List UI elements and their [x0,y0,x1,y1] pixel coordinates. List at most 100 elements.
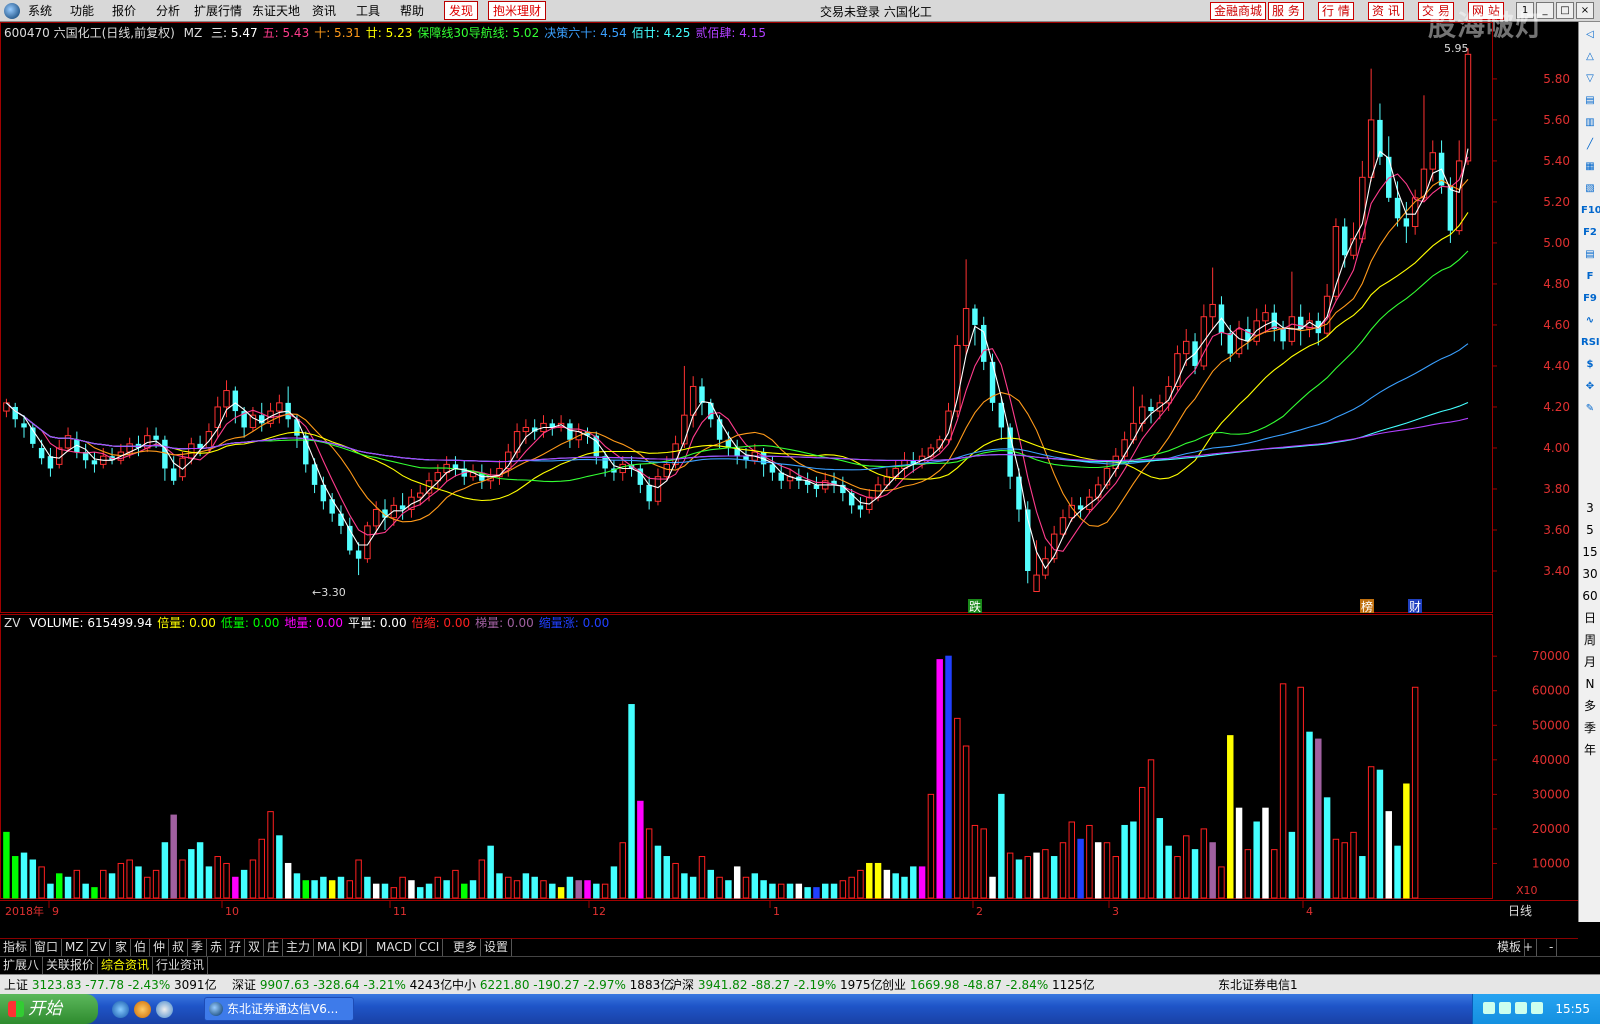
volume-bar[interactable] [1244,849,1252,899]
volume-bar[interactable] [258,838,265,899]
volume-bar[interactable] [892,873,899,899]
volume-bar[interactable] [91,887,98,899]
indicator-tab-15[interactable]: KDJ [339,939,367,957]
nav-down-icon[interactable]: ▽ [1581,70,1599,88]
candle[interactable] [972,304,978,346]
volume-bar[interactable] [1297,686,1304,899]
period-button-2[interactable]: 15 [1579,542,1600,562]
line-icon[interactable]: ╱ [1581,136,1599,154]
taskbar-app-item[interactable]: 东北证券通达信V6... [204,997,354,1021]
volume-bar[interactable] [575,880,582,899]
candle[interactable] [557,415,565,432]
volume-bar[interactable] [381,883,389,899]
volume-bar[interactable] [1394,845,1401,899]
marker-cai[interactable]: 财 [1409,600,1421,614]
volume-bar[interactable] [971,824,979,899]
info-tab-0[interactable]: 扩展八 [0,957,44,975]
volume-bar[interactable] [232,876,239,899]
volume-bar[interactable] [47,883,54,899]
volume-bar[interactable] [777,883,785,899]
volume-bar[interactable] [214,856,221,899]
menu-tools[interactable]: 工具 [356,3,380,19]
period-button-6[interactable]: 周 [1579,630,1600,650]
candle[interactable] [320,476,327,510]
volume-bar[interactable] [496,873,503,899]
candle[interactable] [1103,460,1111,489]
volume-bar[interactable] [1367,766,1375,899]
volume-bar[interactable] [1218,866,1225,899]
indicator-tab-16[interactable]: MACD [373,939,416,957]
menu-help[interactable]: 帮助 [400,3,424,19]
pen-icon[interactable]: ✎ [1581,400,1599,418]
volume-bar[interactable] [302,880,309,899]
candle[interactable] [1367,68,1375,182]
volume-bar[interactable] [962,745,970,899]
volume-bar[interactable] [487,845,494,899]
volume-bar[interactable] [1306,731,1313,899]
volume-bar[interactable] [1315,738,1322,899]
volume-bar[interactable] [698,856,706,899]
volume-bar[interactable] [1068,821,1076,899]
volume-bar[interactable] [689,876,697,899]
volume-bar[interactable] [645,828,653,899]
volume-bar[interactable] [364,876,371,899]
volume-bar[interactable] [1235,807,1243,899]
volume-bar[interactable] [927,793,935,899]
volume-bar[interactable] [205,866,213,899]
period-button-1[interactable]: 5 [1579,520,1600,540]
volume-bar[interactable] [100,869,107,899]
volume-bar[interactable] [936,659,943,899]
volume-bar[interactable] [1279,683,1287,899]
volume-bar[interactable] [1411,686,1419,899]
volume-bar[interactable] [276,835,283,899]
f9-icon[interactable]: ∿ [1581,312,1599,330]
volume-icon[interactable] [1515,1002,1527,1014]
volume-bar[interactable] [610,866,618,899]
market-button[interactable]: 行 情 [1318,2,1354,20]
volume-bar[interactable] [549,883,556,899]
volume-bar[interactable] [839,880,847,899]
menu-news[interactable]: 资讯 [312,3,336,19]
volume-bar[interactable] [38,866,45,899]
template-control-1[interactable]: + [1520,939,1538,957]
volume-bar[interactable] [619,842,626,899]
volume-bar[interactable] [522,873,530,899]
candle[interactable] [1050,525,1058,563]
volume-bar[interactable] [1209,842,1216,899]
candle[interactable] [1033,540,1040,592]
volume-bar[interactable] [1156,818,1164,899]
candle[interactable] [1420,95,1428,202]
volume-bar[interactable] [593,883,600,899]
volume-bar[interactable] [82,883,89,899]
candle[interactable] [998,396,1005,440]
indicator-tab-18[interactable]: 更多 [450,939,482,957]
indicator-name[interactable]: MZ [184,26,203,40]
volume-bar[interactable] [1271,849,1278,899]
candle[interactable] [64,427,72,453]
volume-bar[interactable] [152,869,160,899]
candle[interactable] [162,435,168,481]
volume-bar[interactable] [901,876,908,899]
volume-bar[interactable] [1033,852,1040,899]
f3-icon[interactable]: ▤ [1581,246,1599,264]
security-icon[interactable] [1531,1002,1543,1014]
volume-bar[interactable] [1323,797,1331,899]
indicator-tab-11[interactable]: 双 [245,939,265,957]
indicator-tab-6[interactable]: 仲 [150,939,170,957]
volume-bar[interactable] [1138,786,1146,899]
volume-bar[interactable] [170,814,177,899]
candle[interactable] [1262,304,1269,334]
candle[interactable] [540,415,547,438]
marker-bang[interactable]: 榜 [1361,599,1373,614]
template-control-2[interactable]: - [1546,939,1558,957]
info-tab-1[interactable]: 关联报价 [43,957,99,975]
volume-bar[interactable] [1350,831,1357,899]
index-quote-4[interactable]: 创业 1669.98 -48.87 -2.84% 1125亿 [882,977,1095,993]
ie-icon[interactable] [112,1001,129,1018]
volume-bar[interactable] [1086,824,1093,899]
volume-bar[interactable] [135,866,142,899]
candle[interactable] [347,517,353,555]
news-button[interactable]: 资 讯 [1368,2,1404,20]
candle[interactable] [82,443,89,469]
maximize-button[interactable]: □ [1556,2,1574,19]
